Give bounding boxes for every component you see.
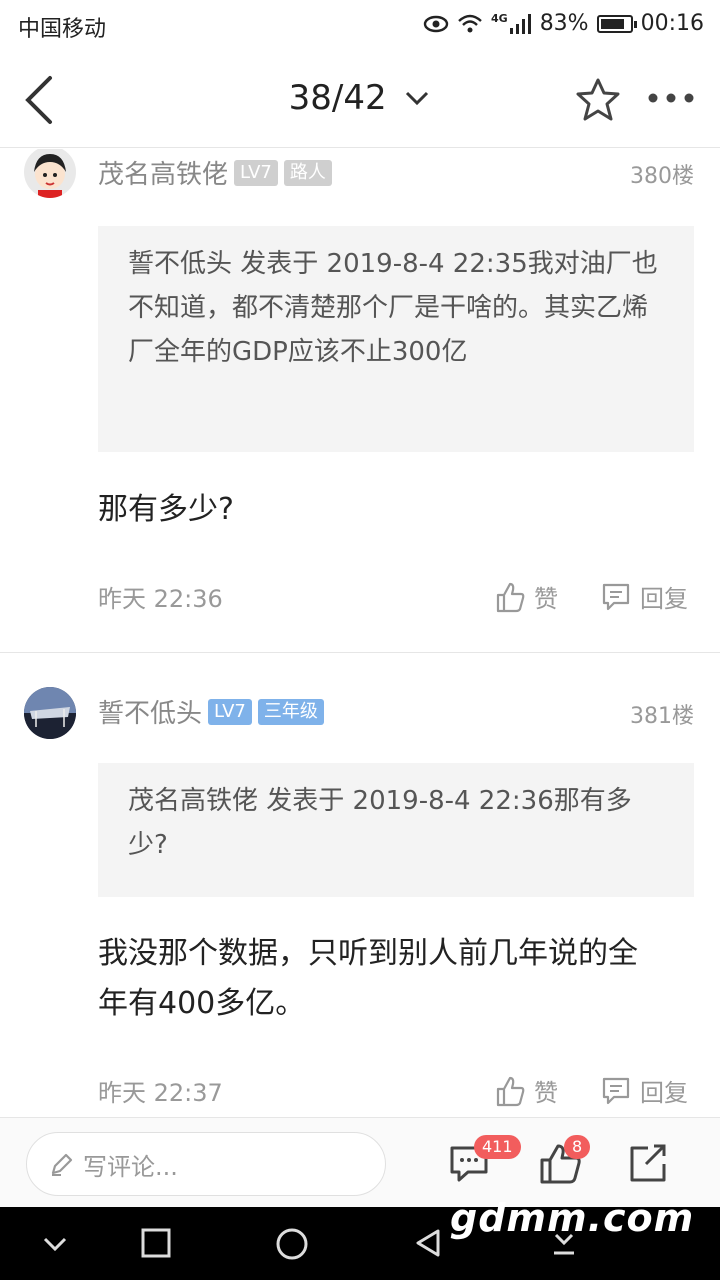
status-bar: 中国移动 4G 83% 00:16 <box>0 0 720 50</box>
like-button[interactable]: 赞 <box>494 579 558 614</box>
reply-label: 回复 <box>640 1079 688 1107</box>
comment-count-badge: 411 <box>474 1135 521 1159</box>
like-post-button[interactable]: 8 <box>536 1135 591 1188</box>
like-label: 赞 <box>534 585 558 613</box>
home-icon[interactable] <box>274 1226 310 1262</box>
post-time: 昨天 22:36 <box>98 585 223 613</box>
user-tag-badge: 路人 <box>283 159 332 186</box>
quoted-text: 茂名高铁佬 发表于 2019-8-4 22:36那有多少? <box>98 763 694 897</box>
pencil-icon <box>51 1153 73 1176</box>
thumbs-up-icon <box>496 582 525 612</box>
post-time: 昨天 22:37 <box>98 1079 223 1107</box>
floor-number: 381楼 <box>630 704 694 729</box>
comment-list[interactable]: 茂名高铁佬 LV7 路人 380楼 誓不低头 发表于 2019-8-4 22:3… <box>0 149 720 1117</box>
like-label: 赞 <box>534 1079 558 1107</box>
comment-placeholder: 写评论... <box>83 1152 178 1181</box>
back-triangle-icon[interactable] <box>412 1227 444 1259</box>
reply-button[interactable]: 回复 <box>600 1073 688 1108</box>
like-count-badge: 8 <box>564 1135 591 1159</box>
hide-keyboard-icon[interactable] <box>40 1229 70 1259</box>
avatar[interactable] <box>24 149 76 198</box>
username-row: 茂名高铁佬 LV7 路人 <box>98 154 332 191</box>
more-options-icon[interactable] <box>646 88 696 108</box>
reply-button[interactable]: 回复 <box>600 579 688 614</box>
username-row: 誓不低头 LV7 三年级 <box>98 693 324 730</box>
comments-button[interactable]: 411 <box>446 1135 521 1188</box>
quoted-text: 誓不低头 发表于 2019-8-4 22:35我对油厂也不知道，都不清楚那个厂是… <box>98 226 694 452</box>
comment-bubble-icon <box>602 1077 630 1104</box>
wifi-icon <box>458 14 482 32</box>
comment-item: 誓不低头 LV7 三年级 381楼 茂名高铁佬 发表于 2019-8-4 22:… <box>0 653 720 1117</box>
comment-item: 茂名高铁佬 LV7 路人 380楼 誓不低头 发表于 2019-8-4 22:3… <box>0 149 720 653</box>
network-label: 4G <box>491 12 508 25</box>
clock: 00:16 <box>640 11 704 36</box>
like-button[interactable]: 赞 <box>494 1073 558 1108</box>
comment-body: 那有多少? <box>98 492 234 527</box>
username[interactable]: 茂名高铁佬 <box>98 154 228 191</box>
eye-icon <box>423 15 449 32</box>
user-tag-badge: 三年级 <box>257 698 324 725</box>
avatar[interactable] <box>24 687 76 739</box>
battery-percent: 83% <box>539 11 589 36</box>
level-badge: LV7 <box>234 159 278 186</box>
floor-number: 380楼 <box>630 164 694 189</box>
comment-body: 我没那个数据，只听到别人前几年说的全年有400多亿。 <box>98 936 638 1021</box>
share-icon <box>630 1144 666 1182</box>
comment-input[interactable]: 写评论... <box>26 1132 386 1196</box>
chevron-down-icon <box>406 91 429 106</box>
battery-icon <box>596 14 637 33</box>
carrier-label: 中国移动 <box>18 17 107 42</box>
bottom-action-bar: 写评论... 411 8 <box>0 1117 720 1207</box>
recent-apps-icon[interactable] <box>140 1227 172 1259</box>
thumbs-up-icon <box>496 1076 525 1106</box>
share-button[interactable] <box>624 1138 674 1188</box>
level-badge: LV7 <box>208 698 252 725</box>
top-nav-bar: 38/42 <box>0 50 720 148</box>
username[interactable]: 誓不低头 <box>98 693 202 730</box>
reply-label: 回复 <box>640 585 688 613</box>
favorite-star-icon[interactable] <box>574 76 622 124</box>
signal-icon <box>509 13 531 34</box>
comment-bubble-icon <box>602 583 630 610</box>
page-indicator: 38/42 <box>288 78 387 118</box>
watermark: gdmm.com <box>450 1196 695 1240</box>
